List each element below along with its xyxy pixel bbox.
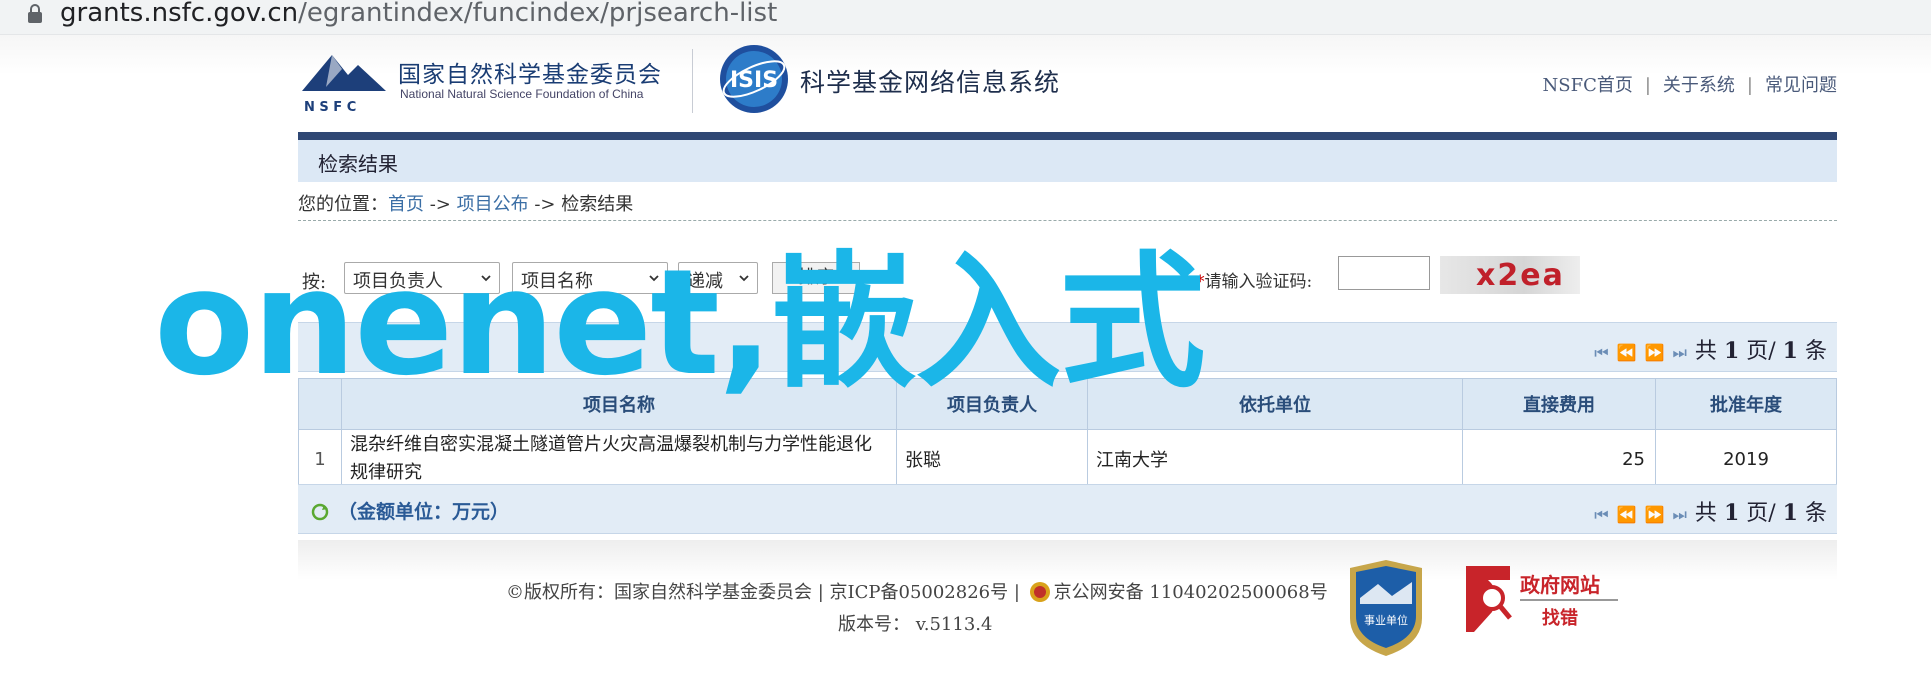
org-name-cn: 国家自然科学基金委员会 [398,62,662,88]
nav-separator: | [1746,75,1753,96]
chevron-down-icon [649,275,659,282]
url-path: /egrantindex/funcindex/prjsearch-list [298,0,778,28]
col-index-header [298,378,342,430]
breadcrumb-prefix: 您的位置： [298,194,388,215]
sort-order-select[interactable]: 递减 [678,262,758,294]
cell-cost: 25 [1462,429,1656,489]
col-institution-header[interactable]: 依托单位 [1087,378,1463,430]
table-row[interactable]: 1 混杂纤维自密实混凝土隧道管片火灾高温爆裂机制与力学性能退化规律研究 张聪 江… [298,429,1837,489]
police-badge-icon [1029,582,1050,602]
breadcrumb-sep: -> [424,194,457,215]
sort-order-value: 递减 [687,271,723,292]
pager-page-label: 页/ [1746,339,1776,364]
nsfc-logo-letters: N S F C [304,100,356,115]
prev-page-icon[interactable]: ⏪ [1617,343,1637,362]
gov-title: 政府网站 [1520,573,1600,597]
results-table: 项目名称 项目负责人 依托单位 直接费用 批准年度 1 混杂纤维自密实混凝土隧道… [298,378,1837,489]
col-name-header[interactable]: 项目名称 [341,378,897,430]
gov-website-error-badge[interactable]: 政府网站 找错 [1462,562,1622,636]
captcha-image[interactable]: x2ea [1440,256,1580,294]
captcha-image-text: x2ea [1476,258,1565,293]
sort-button[interactable]: 排序 [772,262,860,294]
pager-page-label: 页/ [1746,501,1776,526]
first-page-icon[interactable]: ⏮ [1594,505,1608,524]
pager-current: 1 [1723,500,1740,526]
nsfc-logo[interactable]: N S F C [298,47,390,115]
footer-version: 版本号： v.5113.4 [838,614,993,635]
refresh-icon [311,503,329,521]
top-nav: NSFC首页 | 关于系统 | 常见问题 [1543,71,1838,97]
cell-project-name[interactable]: 混杂纤维自密实混凝土隧道管片火灾高温爆裂机制与力学性能退化规律研究 [341,429,897,489]
url-text[interactable]: grants.nsfc.gov.cn/egrantindex/funcindex… [60,0,777,28]
pager-prefix: 共 [1694,501,1717,526]
pager-bar-top: ⏮ ⏪ ⏩ ⏭ 共 1 页/ 1 条 [298,322,1837,372]
pager-bar-bottom: （金额单位：万元） ⏮ ⏪ ⏩ ⏭ 共 1 页/ 1 条 [298,484,1837,534]
col-leader-header[interactable]: 项目负责人 [896,378,1088,430]
table-header-row: 项目名称 项目负责人 依托单位 直接费用 批准年度 [298,378,1837,430]
cell-leader: 张聪 [896,429,1088,489]
nav-about-system[interactable]: 关于系统 [1663,75,1735,96]
required-mark: * [1196,272,1205,292]
site-header: N S F C 国家自然科学基金委员会 National Natural Sci… [0,35,1931,135]
breadcrumb-project-announce[interactable]: 项目公布 [457,194,529,215]
captcha-label: *请输入验证码: [1196,267,1312,292]
next-page-icon[interactable]: ⏩ [1645,343,1665,362]
prev-page-icon[interactable]: ⏪ [1617,505,1637,524]
header-divider [692,49,693,113]
police-record-text[interactable]: 京公网安备 11040202500068号 [1054,582,1328,603]
chevron-down-icon [739,275,749,282]
breadcrumb-home[interactable]: 首页 [388,194,424,215]
nav-nsfc-home[interactable]: NSFC首页 [1543,75,1633,96]
footer-copyright: ©版权所有：国家自然科学基金委员会 | 京ICP备05002826号 | 京公网… [506,578,1328,604]
pager-total: 1 [1782,500,1798,526]
nav-separator: | [1644,75,1651,96]
last-page-icon[interactable]: ⏭ [1673,343,1687,362]
pager-bottom: ⏮ ⏪ ⏩ ⏭ 共 1 页/ 1 条 [1594,495,1827,527]
next-page-icon[interactable]: ⏩ [1645,505,1665,524]
isis-logo-text: ISIS [730,68,778,93]
cell-year: 2019 [1655,429,1837,489]
breadcrumb-sep: -> [528,194,562,215]
org-name-en: National Natural Science Foundation of C… [400,87,644,101]
pager-total: 1 [1782,338,1798,364]
last-page-icon[interactable]: ⏭ [1673,505,1687,524]
sort-field-2-value: 项目名称 [521,271,593,292]
sort-field-1-value: 项目负责人 [353,271,443,292]
pager-top: ⏮ ⏪ ⏩ ⏭ 共 1 页/ 1 条 [1594,333,1827,365]
public-institution-label: 事业单位 [1364,613,1408,627]
sort-label: 按: [302,272,327,293]
cell-institution: 江南大学 [1087,429,1463,489]
page-title: 检索结果 [318,152,398,176]
page-title-bar: 检索结果 [298,140,1837,182]
chevron-down-icon [481,275,491,282]
amount-unit-text: （金额单位：万元） [338,501,510,523]
isis-logo[interactable]: ISIS [718,43,790,115]
sort-field-2-select[interactable]: 项目名称 [512,262,668,294]
public-institution-badge[interactable]: 事业单位 [1344,558,1428,658]
captcha-label-text: 请输入验证码: [1204,272,1313,292]
captcha-input[interactable] [1338,256,1430,290]
amount-unit: （金额单位：万元） [310,497,509,524]
header-band [298,132,1837,140]
copyright-text: ©版权所有：国家自然科学基金委员会 | 京ICP备05002826号 | [506,582,1020,603]
system-title: 科学基金网络信息系统 [800,68,1061,97]
gov-subtitle: 找错 [1542,607,1578,629]
lock-icon [28,4,42,23]
url-host: grants.nsfc.gov.cn [60,0,299,28]
browser-address-bar[interactable]: grants.nsfc.gov.cn/egrantindex/funcindex… [0,0,1931,35]
pager-current: 1 [1723,338,1740,364]
sort-field-1-select[interactable]: 项目负责人 [344,262,500,294]
pager-prefix: 共 [1694,339,1717,364]
pager-suffix: 条 [1804,501,1827,526]
nav-faq[interactable]: 常见问题 [1765,75,1837,96]
cell-index: 1 [298,429,342,489]
col-cost-header[interactable]: 直接费用 [1462,378,1656,430]
breadcrumb-current: 检索结果 [561,194,634,215]
breadcrumb: 您的位置：首页 -> 项目公布 -> 检索结果 [298,190,1837,221]
pager-suffix: 条 [1804,339,1827,364]
col-year-header[interactable]: 批准年度 [1655,378,1837,430]
first-page-icon[interactable]: ⏮ [1594,343,1608,362]
